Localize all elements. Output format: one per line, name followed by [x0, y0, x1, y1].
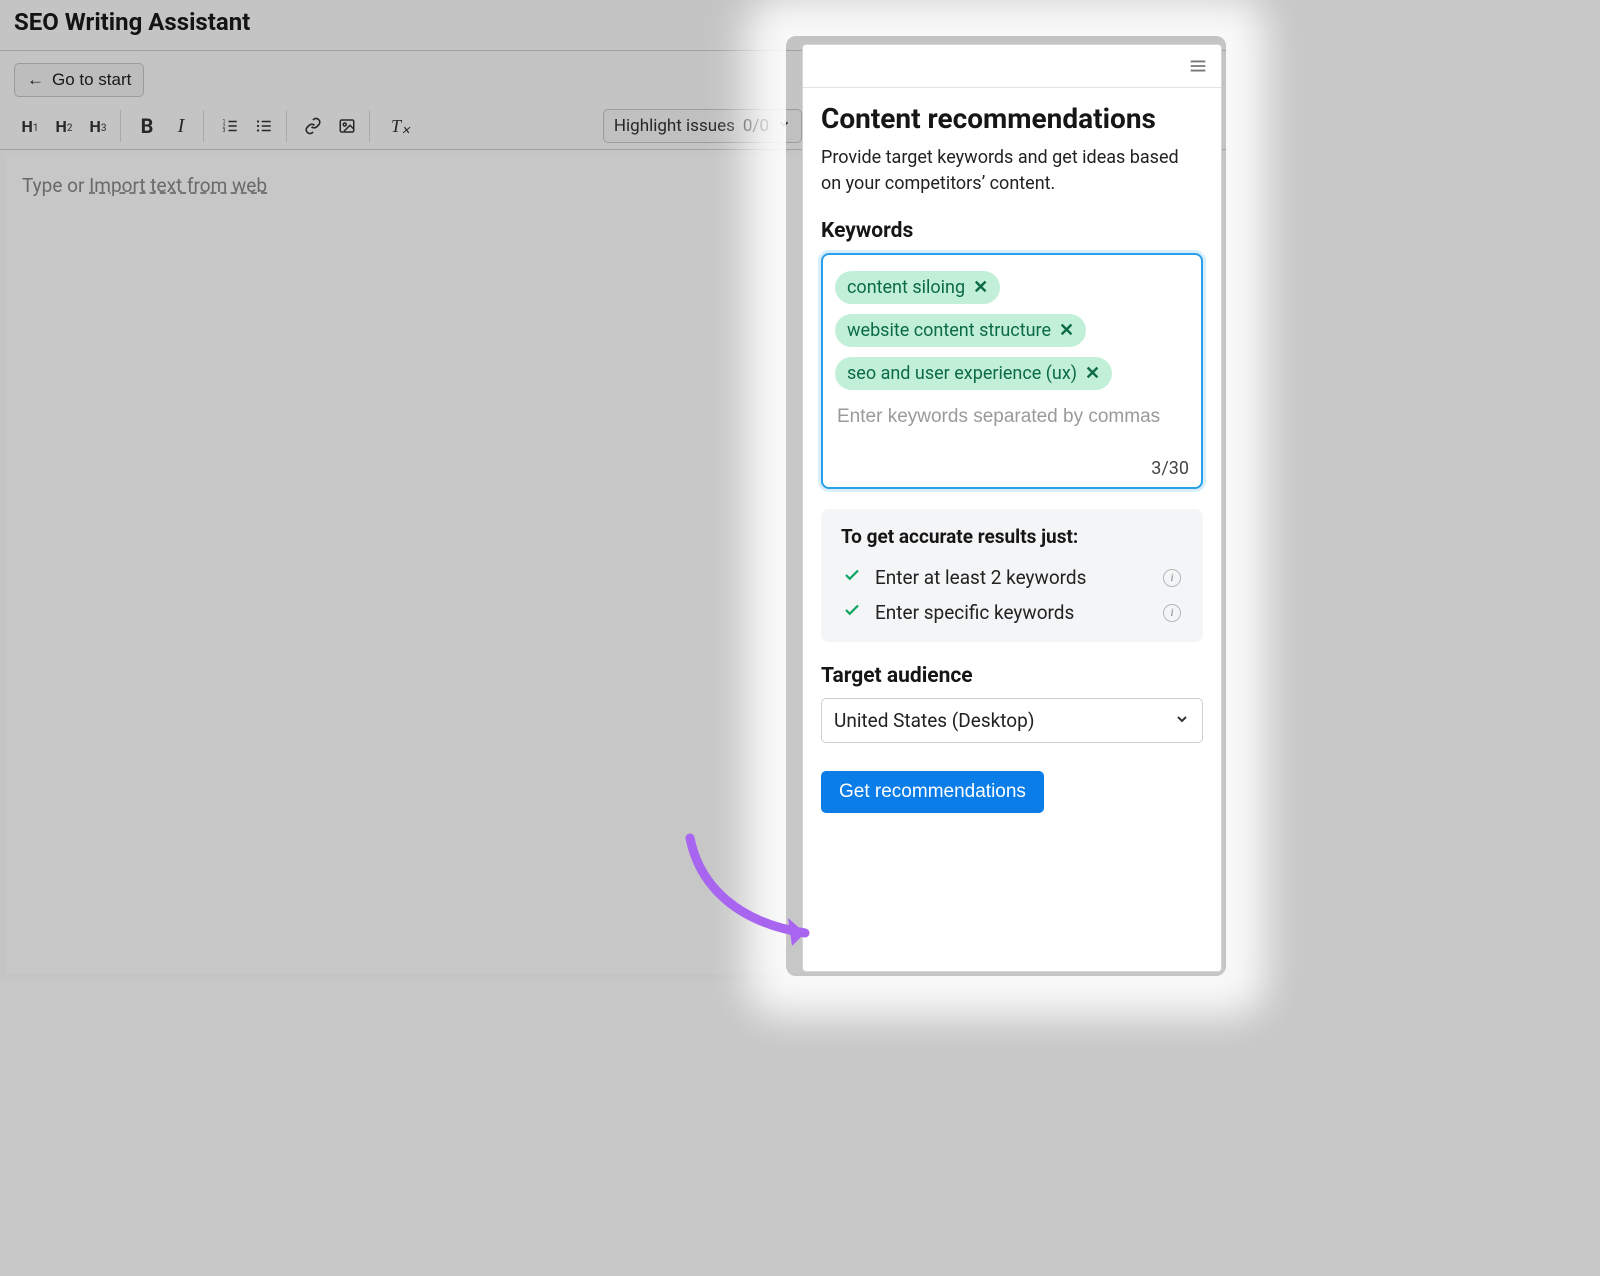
highlight-issues-dropdown[interactable]: Highlight issues 0/0: [603, 109, 802, 143]
chevron-down-icon: [1174, 709, 1190, 732]
tips-title: To get accurate results just:: [841, 525, 1183, 548]
target-audience-select[interactable]: United States (Desktop): [821, 698, 1203, 743]
audience-heading: Target audience: [821, 664, 1203, 688]
chip-label: content siloing: [847, 277, 965, 298]
chip-label: seo and user experience (ux): [847, 363, 1077, 384]
cta-label: Get recommendations: [839, 781, 1026, 802]
keywords-input[interactable]: [835, 396, 1189, 432]
tip-text: Enter specific keywords: [875, 601, 1074, 624]
panel-description: Provide target keywords and get ideas ba…: [821, 145, 1203, 197]
link-button[interactable]: [297, 110, 329, 142]
info-icon[interactable]: i: [1163, 604, 1181, 622]
check-icon: [843, 601, 861, 624]
info-icon[interactable]: i: [1163, 569, 1181, 587]
image-button[interactable]: [331, 110, 363, 142]
panel-title: Content recommendations: [821, 102, 1203, 135]
go-to-start-button[interactable]: ← Go to start: [14, 63, 144, 97]
close-icon[interactable]: ✕: [1085, 363, 1100, 384]
tip-text: Enter at least 2 keywords: [875, 566, 1086, 589]
tips-box: To get accurate results just: Enter at l…: [821, 509, 1203, 642]
tip-row: Enter at least 2 keywords i: [841, 560, 1183, 595]
svg-text:3: 3: [223, 128, 226, 134]
keywords-input-box[interactable]: content siloing ✕ website content struct…: [821, 253, 1203, 489]
close-icon[interactable]: ✕: [1059, 320, 1074, 341]
check-icon: [843, 566, 861, 589]
tip-row: Enter specific keywords i: [841, 595, 1183, 630]
keyword-chip: content siloing ✕: [835, 271, 1000, 304]
italic-button[interactable]: I: [165, 110, 197, 142]
get-recommendations-button[interactable]: Get recommendations: [821, 771, 1044, 813]
heading1-button[interactable]: H1: [14, 110, 46, 142]
highlight-label: Highlight issues: [614, 116, 735, 136]
audience-value: United States (Desktop): [834, 709, 1034, 732]
import-from-web-link[interactable]: Import text from web: [89, 174, 267, 197]
heading2-button[interactable]: H2: [48, 110, 80, 142]
keywords-heading: Keywords: [821, 219, 1203, 243]
editor-placeholder: Type or Import text from web: [22, 174, 267, 197]
panel-header: [803, 45, 1221, 88]
highlight-count: 0/0: [743, 116, 769, 136]
heading3-button[interactable]: H3: [82, 110, 114, 142]
keyword-count: 3/30: [835, 432, 1189, 479]
hamburger-icon[interactable]: [1185, 53, 1211, 79]
recommendations-panel: Content recommendations Provide target k…: [802, 44, 1222, 972]
ordered-list-button[interactable]: 123: [214, 110, 246, 142]
close-icon[interactable]: ✕: [973, 277, 988, 298]
bold-button[interactable]: B: [131, 110, 163, 142]
chip-label: website content structure: [847, 320, 1051, 341]
clear-formatting-button[interactable]: T✕: [380, 110, 412, 142]
arrow-left-icon: ←: [27, 70, 44, 90]
keyword-chip: website content structure ✕: [835, 314, 1086, 347]
keyword-chip: seo and user experience (ux) ✕: [835, 357, 1112, 390]
go-to-start-label: Go to start: [52, 70, 131, 90]
unordered-list-button[interactable]: [248, 110, 280, 142]
